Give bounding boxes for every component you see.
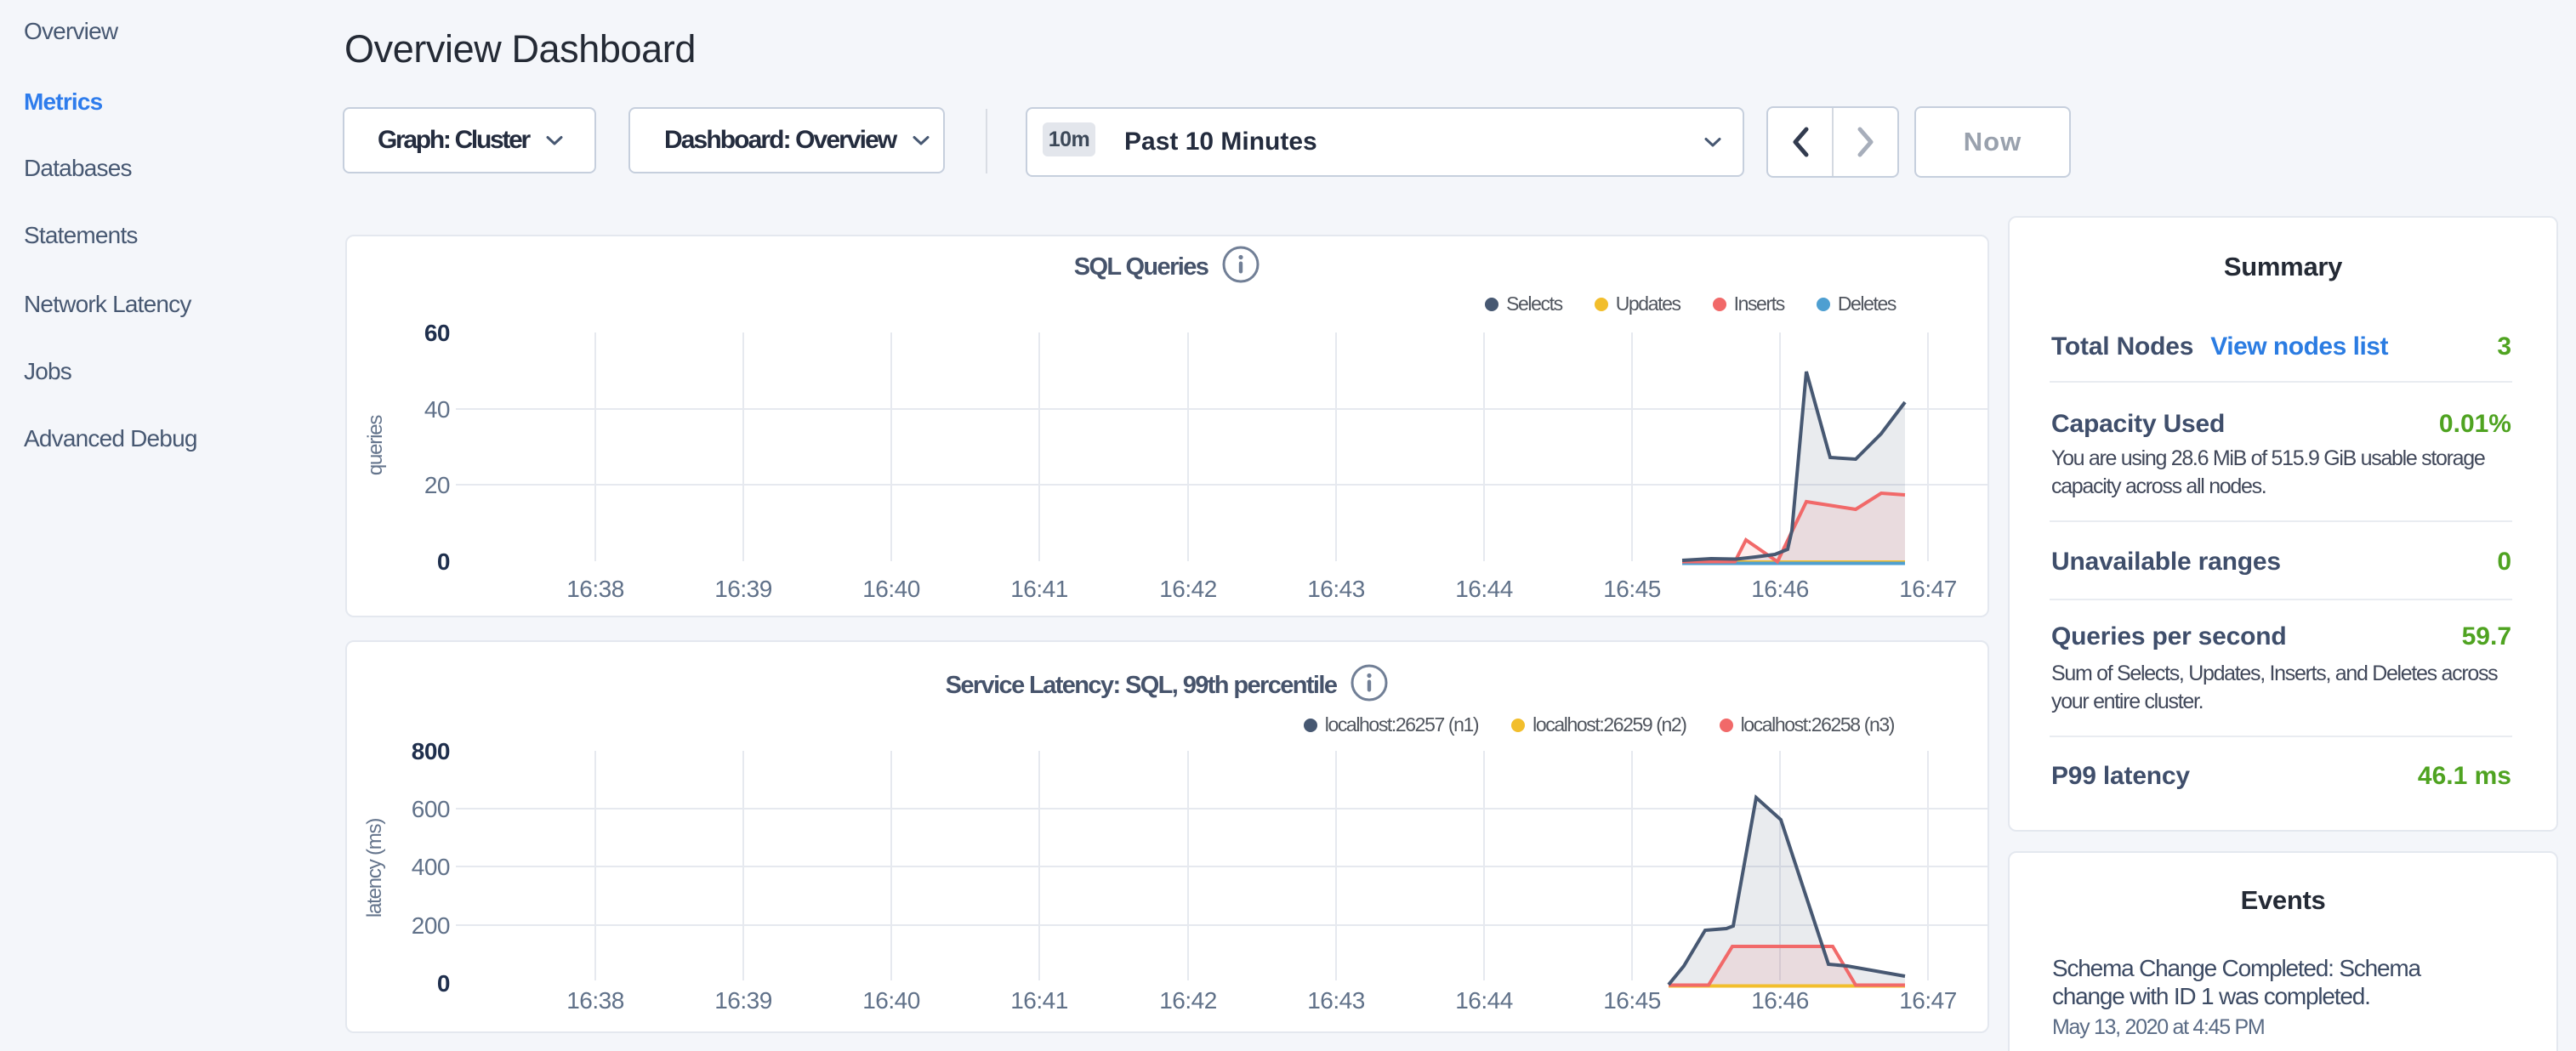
svg-text:800: 800	[412, 738, 450, 764]
svg-text:60: 60	[424, 320, 450, 346]
svg-text:16:39: 16:39	[714, 576, 772, 602]
svg-text:queries: queries	[364, 415, 387, 476]
svg-text:16:47: 16:47	[1899, 987, 1957, 1014]
svg-text:16:44: 16:44	[1455, 576, 1513, 602]
svg-text:latency (ms): latency (ms)	[363, 819, 386, 917]
svg-text:16:43: 16:43	[1307, 576, 1365, 602]
svg-text:16:46: 16:46	[1751, 987, 1809, 1014]
svg-text:400: 400	[412, 854, 450, 880]
svg-text:16:42: 16:42	[1159, 987, 1217, 1014]
svg-text:16:46: 16:46	[1751, 576, 1809, 602]
svg-text:16:45: 16:45	[1603, 576, 1661, 602]
svg-text:16:40: 16:40	[862, 987, 920, 1014]
svg-text:16:38: 16:38	[566, 576, 624, 602]
svg-text:0: 0	[437, 970, 450, 997]
svg-text:16:41: 16:41	[1010, 987, 1068, 1014]
svg-text:16:47: 16:47	[1899, 576, 1957, 602]
svg-text:600: 600	[412, 796, 450, 822]
svg-text:16:45: 16:45	[1603, 987, 1661, 1014]
svg-text:20: 20	[424, 472, 450, 498]
svg-text:0: 0	[437, 548, 450, 575]
svg-text:16:42: 16:42	[1159, 576, 1217, 602]
svg-text:16:41: 16:41	[1010, 576, 1068, 602]
svg-text:200: 200	[412, 912, 450, 939]
svg-text:16:38: 16:38	[566, 987, 624, 1014]
svg-text:40: 40	[424, 396, 450, 423]
svg-text:16:40: 16:40	[862, 576, 920, 602]
svg-text:16:43: 16:43	[1307, 987, 1365, 1014]
svg-text:16:39: 16:39	[714, 987, 772, 1014]
svg-text:16:44: 16:44	[1455, 987, 1513, 1014]
